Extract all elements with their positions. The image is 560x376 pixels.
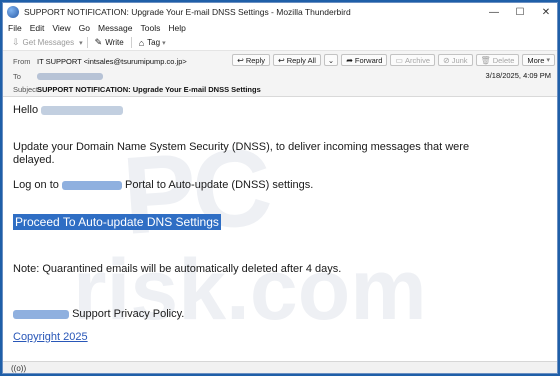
thunderbird-window: SUPPORT NOTIFICATION: Upgrade Your E-mai…: [2, 2, 558, 374]
redacted-domain-link[interactable]: [13, 309, 69, 319]
write-button[interactable]: ✎ Write: [92, 36, 127, 50]
main-toolbar: ⇩ Get Messages ▾ ✎ Write ⌂ Tag ▾: [3, 35, 557, 51]
download-icon: ⇩: [12, 37, 20, 47]
menu-help[interactable]: Help: [168, 23, 185, 33]
to-row: To: [3, 69, 103, 83]
proceed-link[interactable]: Proceed To Auto-update DNS Settings: [13, 214, 221, 230]
write-label: Write: [105, 38, 124, 47]
reply-all-label: Reply All: [286, 55, 316, 65]
reply-icon: ↩: [237, 55, 244, 65]
copyright-link[interactable]: Copyright 2025: [13, 331, 88, 344]
greeting-text: Hello: [13, 104, 39, 116]
logon-suffix: Portal to Auto-update (DNSS) settings.: [125, 179, 314, 191]
redacted-name: [41, 105, 124, 115]
online-status-icon[interactable]: ((o)): [11, 364, 26, 373]
logon-line: Log on to Portal to Auto-update (DNSS) s…: [13, 179, 313, 192]
from-label: From: [13, 56, 31, 66]
more-label: More: [527, 55, 545, 65]
menu-file[interactable]: File: [8, 23, 22, 33]
title-bar: SUPPORT NOTIFICATION: Upgrade Your E-mai…: [3, 3, 557, 21]
junk-label: Junk: [451, 55, 468, 65]
window-controls: — ☐ ✕: [481, 3, 557, 21]
redacted-recipient: [37, 72, 103, 80]
privacy-suffix: Support Privacy Policy.: [72, 308, 185, 320]
message-date: 3/18/2025, 4:09 PM: [485, 71, 551, 80]
subject-value: SUPPORT NOTIFICATION: Upgrade Your E-mai…: [37, 84, 261, 94]
reply-all-button[interactable]: ↩ Reply All: [273, 54, 321, 66]
get-messages-button[interactable]: ⇩ Get Messages: [9, 36, 77, 50]
redacted-domain-link[interactable]: [61, 180, 122, 190]
window-title: SUPPORT NOTIFICATION: Upgrade Your E-mai…: [24, 7, 351, 17]
forward-button[interactable]: ➦ Forward: [341, 54, 388, 66]
message-header: From IT SUPPORT <intsales@tsurumipump.co…: [3, 51, 557, 97]
tag-icon: ⌂: [138, 37, 145, 48]
message-body: PC risk.com Hello Update your Domain Nam…: [3, 97, 557, 361]
privacy-line: Support Privacy Policy.: [13, 308, 184, 321]
minimize-icon[interactable]: —: [481, 3, 507, 21]
delete-button[interactable]: 🗑 Delete: [475, 54, 520, 66]
para1-line1: Update your Domain Name System Security …: [13, 141, 470, 153]
from-value[interactable]: IT SUPPORT <intsales@tsurumipump.co.jp>: [37, 57, 187, 66]
reply-all-icon: ↩: [278, 55, 285, 65]
to-label: To: [13, 71, 21, 81]
chevron-down-icon: ▾: [546, 57, 550, 64]
reply-all-dropdown[interactable]: ⌄: [323, 54, 339, 66]
pencil-icon: ✎: [94, 37, 103, 47]
get-messages-label: Get Messages: [22, 38, 75, 47]
maximize-icon[interactable]: ☐: [507, 3, 533, 21]
logon-prefix: Log on to: [13, 179, 59, 191]
greeting-line: Hello: [13, 104, 124, 117]
thunderbird-app-icon: [7, 6, 19, 18]
chevron-down-icon: ⌄: [327, 55, 335, 65]
reply-button[interactable]: ↩ Reply: [232, 54, 271, 66]
archive-icon: ▭: [395, 55, 403, 65]
get-messages-dropdown-icon[interactable]: ▾: [79, 39, 83, 47]
forward-icon: ➦: [346, 55, 353, 65]
junk-button[interactable]: ⊘ Junk: [438, 54, 473, 66]
from-row: From IT SUPPORT <intsales@tsurumipump.co…: [3, 54, 187, 68]
tag-dropdown-icon: ▾: [162, 39, 166, 47]
trash-icon: 🗑: [480, 55, 491, 65]
status-bar: ((o)): [3, 361, 557, 373]
note-line: Note: Quarantined emails will be automat…: [13, 263, 342, 275]
tag-button[interactable]: ⌂ Tag ▾: [136, 36, 169, 50]
archive-button[interactable]: ▭ Archive: [390, 54, 435, 66]
menu-edit[interactable]: Edit: [30, 23, 45, 33]
forward-label: Forward: [354, 55, 383, 65]
message-actions: ↩ Reply ↩ Reply All ⌄ ➦ Forward ▭ Archive ⊘ J…: [229, 54, 555, 66]
toolbar-separator: [130, 37, 132, 48]
menu-bar: File Edit View Go Message Tools Help: [3, 21, 557, 35]
archive-label: Archive: [404, 55, 430, 65]
menu-message[interactable]: Message: [98, 23, 133, 33]
reply-label: Reply: [245, 55, 266, 65]
close-icon[interactable]: ✕: [533, 3, 557, 21]
menu-view[interactable]: View: [52, 23, 70, 33]
subject-row: Subject SUPPORT NOTIFICATION: Upgrade Yo…: [3, 82, 261, 96]
para1-line2: delayed.: [13, 154, 55, 166]
delete-label: Delete: [492, 55, 515, 65]
tag-label: Tag: [147, 38, 161, 47]
more-button[interactable]: More ▾: [522, 54, 555, 66]
subject-label: Subject: [13, 84, 39, 94]
toolbar-separator: [86, 37, 88, 48]
menu-tools[interactable]: Tools: [140, 23, 160, 33]
menu-go[interactable]: Go: [79, 23, 90, 33]
junk-icon: ⊘: [443, 55, 450, 65]
